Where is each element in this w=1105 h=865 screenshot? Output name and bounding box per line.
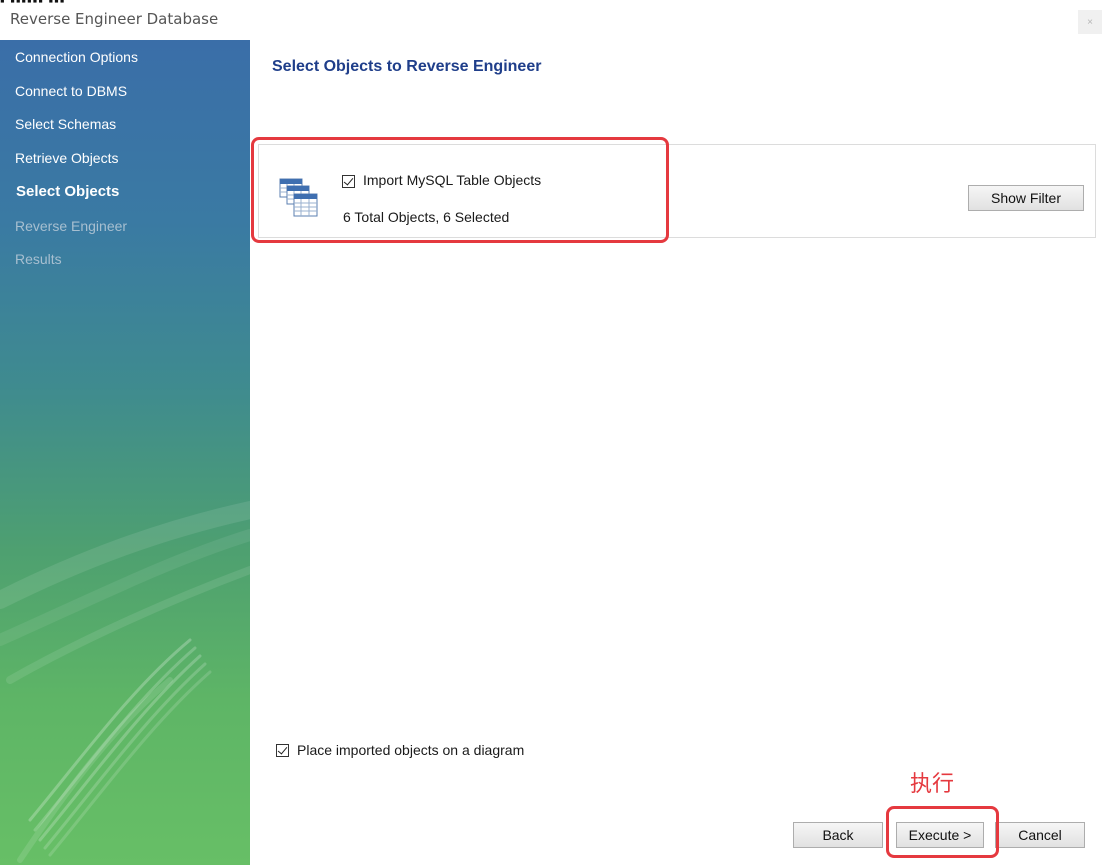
back-button[interactable]: Back bbox=[793, 822, 883, 848]
step-connection-options: Connection Options bbox=[15, 49, 138, 65]
step-select-schemas: Select Schemas bbox=[15, 116, 117, 132]
clipped-text-fragment: ▪ ▪▪▪▪▪▪ ▪▪▪ bbox=[0, 0, 160, 3]
step-retrieve-objects: Retrieve Objects bbox=[15, 150, 119, 166]
step-connect-to-dbms: Connect to DBMS bbox=[15, 83, 128, 99]
step-select-objects: Select Objects bbox=[16, 183, 120, 200]
main-content: Select Objects to Reverse Engineer Impor… bbox=[250, 40, 1105, 865]
place-on-diagram-checkbox[interactable] bbox=[276, 744, 289, 757]
cancel-button[interactable]: Cancel bbox=[995, 822, 1085, 848]
annotation-highlight-execute bbox=[886, 806, 999, 858]
page-title: Select Objects to Reverse Engineer bbox=[272, 58, 542, 75]
window-title: Reverse Engineer Database bbox=[10, 10, 219, 28]
annotation-execute-caption: 执行 bbox=[910, 772, 955, 797]
wizard-sidebar: Connection Options Connect to DBMS Selec… bbox=[0, 40, 250, 865]
close-button[interactable]: × bbox=[1078, 10, 1102, 34]
title-bar: ▪ ▪▪▪▪▪▪ ▪▪▪ Reverse Engineer Database × bbox=[0, 0, 1105, 40]
annotation-highlight-import bbox=[251, 137, 669, 243]
step-results: Results bbox=[15, 251, 62, 267]
show-filter-button[interactable]: Show Filter bbox=[968, 185, 1084, 211]
step-reverse-engineer: Reverse Engineer bbox=[15, 218, 128, 234]
place-on-diagram-label[interactable]: Place imported objects on a diagram bbox=[297, 742, 524, 758]
